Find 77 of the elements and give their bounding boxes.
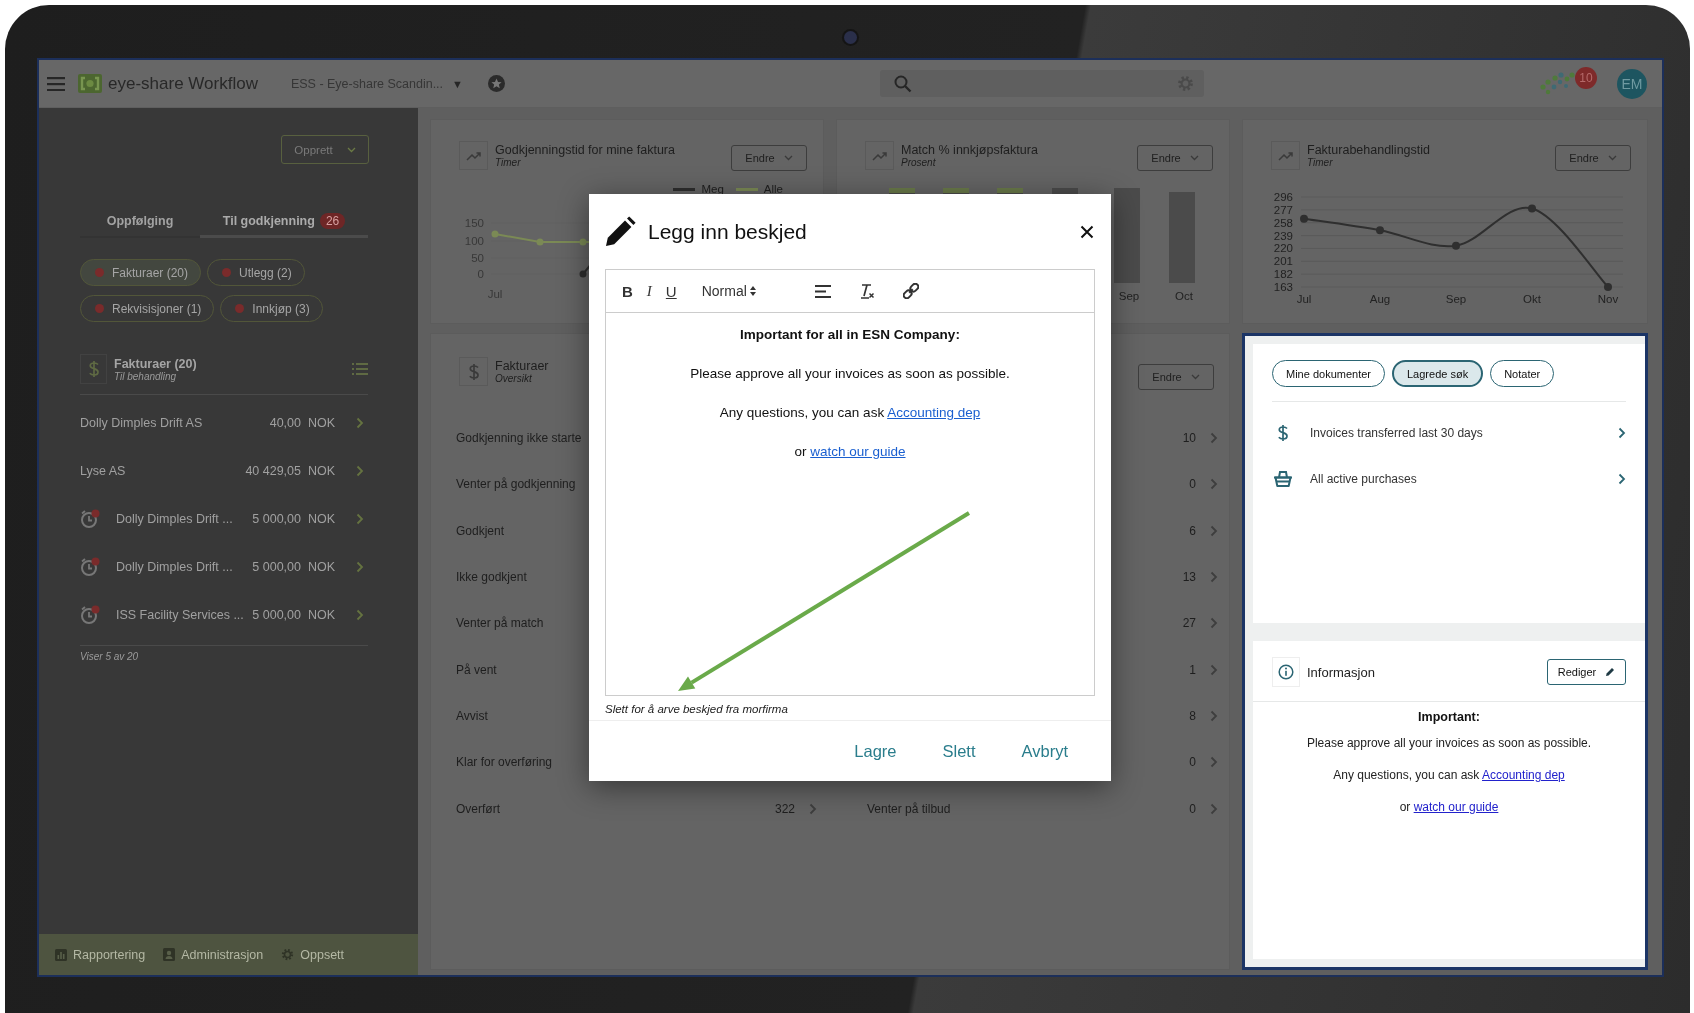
axis-label: 258	[1273, 216, 1293, 229]
amount: 40,00	[269, 416, 301, 430]
currency: NOK	[308, 464, 334, 478]
legend-label: Alle	[763, 183, 783, 195]
status-count: 6	[1189, 523, 1196, 538]
axis-label: Oct	[1175, 290, 1193, 302]
section-title: Informasjon	[1307, 664, 1376, 680]
saved-search-label: All active purchases	[1310, 472, 1418, 486]
axis-label: Aug	[1369, 293, 1391, 305]
axis-label: 220	[1273, 242, 1293, 255]
supplier-name: Dolly Dimples Drift ...	[116, 512, 234, 526]
status-label: På vent	[456, 662, 497, 677]
currency: NOK	[308, 608, 334, 622]
card-title: Fakturabehandlingstid	[1307, 143, 1430, 157]
status-count: 1	[1189, 662, 1196, 677]
card-title: Godkjenningstid for mine faktura	[495, 143, 675, 157]
hint-text: Slett for å arve beskjed fra morfirma	[605, 703, 789, 715]
status-label: Klar for overføring	[456, 755, 553, 770]
supplier-name: ISS Facility Services ...	[116, 608, 245, 622]
status-label: Godkjent	[456, 523, 505, 538]
axis-label: Nov	[1597, 293, 1619, 305]
axis-label: 201	[1273, 255, 1293, 268]
status-label: Ikke godkjent	[456, 570, 527, 585]
status-count: 322	[774, 801, 795, 816]
currency: NOK	[308, 512, 334, 526]
message-line: Any questions, you can ask Accounting dep	[1332, 767, 1566, 784]
status-label: Venter på match	[456, 616, 544, 631]
status-label: Venter på godkjenning	[456, 477, 576, 492]
axis-label: 163	[1273, 281, 1293, 293]
notification-badge: 10	[1575, 66, 1597, 89]
card-subtitle: Timer	[1307, 157, 1333, 168]
status-count: 0	[1189, 801, 1196, 816]
status-count: 13	[1182, 570, 1196, 585]
section-subtitle: Til behandling	[114, 370, 177, 382]
message-line: or watch our guide	[793, 443, 907, 461]
status-count: 8	[1189, 708, 1196, 723]
axis-label: Sep	[1445, 293, 1467, 305]
currency: NOK	[308, 416, 334, 430]
message-line: or watch our guide	[1398, 799, 1500, 816]
app-title: eye-share Workflow	[108, 73, 258, 94]
saved-search-label: Invoices transferred last 30 days	[1310, 426, 1484, 440]
axis-label: 296	[1273, 191, 1293, 203]
dialog-title: Legg inn beskjed	[648, 219, 808, 244]
card-title: Match % innkjøpsfaktura	[901, 143, 1038, 157]
message-line: Please approve all your invoices as soon as possible.	[689, 365, 1011, 383]
axis-label: Jul	[1296, 293, 1312, 305]
axis-label: Okt	[1523, 293, 1541, 305]
supplier-name: Dolly Dimples Drift AS	[80, 416, 204, 430]
count-badge: 26	[319, 212, 346, 229]
status-count: 0	[1189, 477, 1196, 492]
status-label: Overført	[456, 801, 500, 816]
amount: 5 000,00	[252, 608, 301, 622]
amount: 5 000,00	[252, 560, 301, 574]
legend-label: Meg	[701, 183, 724, 195]
amount: 5 000,00	[252, 512, 301, 526]
status-count: 10	[1182, 431, 1196, 446]
message-heading: Important:	[1417, 710, 1481, 726]
axis-label: 277	[1273, 203, 1293, 216]
message-line: Any questions, you can ask Accounting dep	[718, 404, 982, 422]
section-title: Fakturaer (20)	[114, 356, 198, 371]
card-subtitle: Oversikt	[495, 373, 532, 384]
supplier-name: Lyse AS	[80, 464, 127, 478]
message-line: Please approve all your invoices as soon as possible.	[1305, 735, 1593, 752]
status-count: 27	[1182, 616, 1196, 631]
card-subtitle: Timer	[495, 157, 521, 168]
supplier-name: Dolly Dimples Drift ...	[116, 560, 234, 574]
status-count: 0	[1189, 755, 1196, 770]
pagination-note: Viser 5 av 20	[80, 645, 368, 662]
card-subtitle: Prosent	[901, 157, 936, 168]
message-heading: Important for all in ESN Company:	[739, 326, 961, 344]
axis-label: 239	[1273, 229, 1293, 242]
card-title: Fakturaer	[495, 359, 549, 373]
axis-label: Sep	[1118, 290, 1140, 302]
currency: NOK	[308, 560, 334, 574]
axis-label: 182	[1273, 268, 1293, 281]
amount: 40 429,05	[245, 464, 301, 478]
status-label: Venter på tilbud	[867, 801, 951, 816]
